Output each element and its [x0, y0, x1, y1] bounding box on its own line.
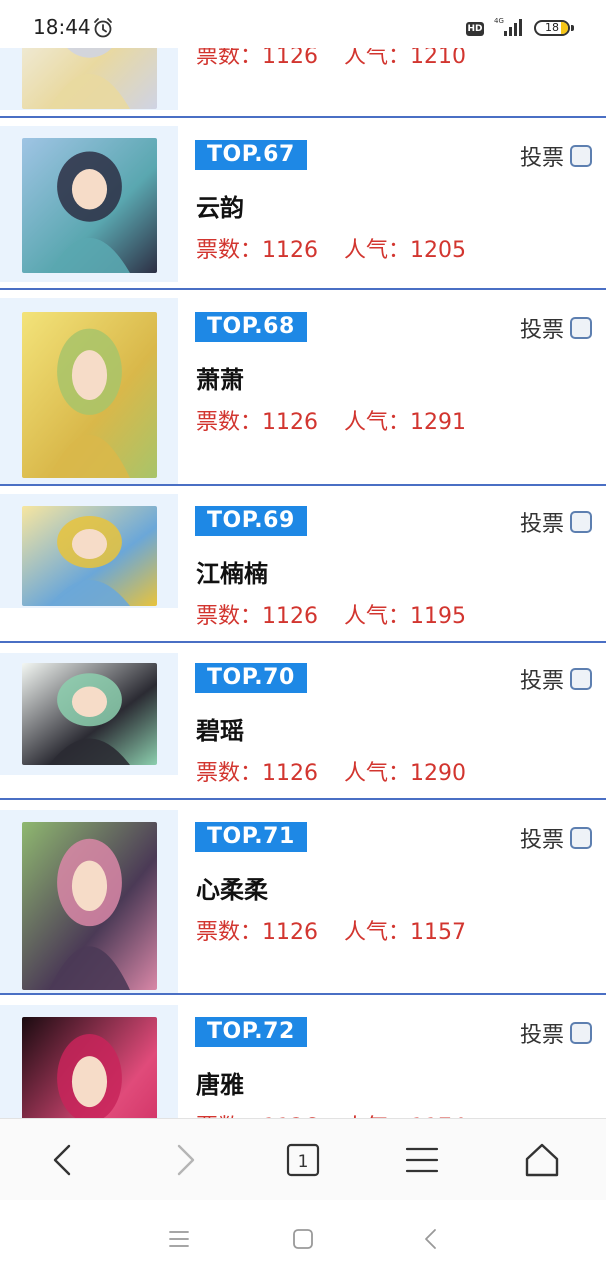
vote-control[interactable]: 投票 — [520, 663, 592, 695]
list-item: TOP.71 投票 心柔柔 票数：1126 人气：1157 — [0, 798, 606, 994]
character-image[interactable] — [22, 1017, 157, 1118]
character-name: 云韵 — [196, 194, 244, 222]
rank-badge: TOP.71 — [195, 822, 307, 852]
votes-value: 1126 — [262, 238, 319, 263]
home-button[interactable] — [522, 1140, 562, 1180]
popularity-label: 人气： — [344, 410, 411, 435]
browser-toolbar: 1 — [0, 1118, 606, 1202]
vote-control[interactable]: 投票 — [520, 506, 592, 538]
popularity-value: 1157 — [410, 920, 467, 945]
popularity-label: 人气： — [344, 238, 411, 263]
popularity-value: 1195 — [410, 604, 467, 629]
vote-label: 投票 — [519, 669, 564, 694]
signal-icon: 4G — [494, 16, 526, 42]
vote-label: 投票 — [519, 318, 564, 343]
votes-value: 1126 — [262, 604, 319, 629]
popularity-label: 人气： — [344, 761, 411, 786]
network-label: 4G — [494, 17, 504, 25]
character-image[interactable] — [22, 663, 157, 765]
list-item: TOP.70 投票 碧瑶 票数：1126 人气：1290 — [0, 641, 606, 798]
vote-label: 投票 — [519, 512, 564, 537]
list-item: TOP.67 投票 云韵 票数：1126 人气：1205 — [0, 116, 606, 288]
vote-checkbox[interactable] — [570, 145, 592, 167]
character-name: 江楠楠 — [196, 560, 268, 588]
system-navigation-bar — [0, 1200, 606, 1280]
character-image[interactable] — [22, 506, 157, 606]
votes-label: 票数： — [196, 920, 263, 945]
recent-apps-button[interactable] — [167, 1226, 191, 1252]
vote-control[interactable]: 投票 — [520, 140, 592, 172]
vote-checkbox[interactable] — [570, 668, 592, 690]
menu-button[interactable] — [402, 1140, 442, 1180]
vote-label: 投票 — [519, 828, 564, 853]
item-stats: 票数：1126 人气：1157 — [196, 914, 466, 946]
item-stats: 票数：1126 人气：1290 — [196, 755, 466, 787]
rank-badge: TOP.68 — [195, 312, 307, 342]
popularity-value: 1205 — [410, 238, 467, 263]
character-image[interactable] — [22, 312, 157, 478]
vote-control[interactable]: 投票 — [520, 312, 592, 344]
vote-label: 投票 — [519, 1023, 564, 1048]
rank-badge: TOP.70 — [195, 663, 307, 693]
character-image[interactable] — [22, 822, 157, 990]
ranking-list: 票数：1126 人气：1210 TOP.67 投票 云韵 票数：1126 人气：12… — [0, 0, 606, 1118]
forward-button[interactable] — [164, 1140, 204, 1180]
item-stats: 票数：1126 人气：1195 — [196, 598, 466, 630]
character-name: 心柔柔 — [196, 876, 268, 904]
votes-value: 1126 — [262, 410, 319, 435]
vote-checkbox[interactable] — [570, 1022, 592, 1044]
list-item: TOP.69 投票 江楠楠 票数：1126 人气：1195 — [0, 484, 606, 641]
votes-label: 票数： — [196, 761, 263, 786]
tab-count: 1 — [298, 1152, 309, 1172]
battery-level: 18 — [545, 21, 559, 34]
vote-checkbox[interactable] — [570, 317, 592, 339]
vote-checkbox[interactable] — [570, 511, 592, 533]
vote-label: 投票 — [519, 146, 564, 171]
character-image[interactable] — [22, 138, 157, 273]
alarm-icon — [92, 17, 114, 43]
item-stats: 票数：1126 人气：1291 — [196, 404, 466, 436]
rank-badge: TOP.67 — [195, 140, 307, 170]
character-name: 唐雅 — [196, 1071, 244, 1099]
hd-icon: HD — [466, 22, 484, 36]
home-nav-button[interactable] — [291, 1226, 315, 1252]
battery-icon: 18 — [534, 20, 570, 36]
list-item: TOP.68 投票 萧萧 票数：1126 人气：1291 — [0, 288, 606, 484]
status-time: 18:44 — [33, 15, 91, 39]
item-stats: 票数：1126人气：1174 — [196, 1109, 466, 1118]
tabs-button[interactable]: 1 — [283, 1140, 323, 1180]
back-nav-button[interactable] — [420, 1226, 444, 1252]
votes-label: 票数： — [196, 238, 263, 263]
character-name: 萧萧 — [196, 366, 244, 394]
rank-badge: TOP.72 — [195, 1017, 307, 1047]
votes-label: 票数： — [196, 604, 263, 629]
popularity-value: 1291 — [410, 410, 467, 435]
votes-value: 1126 — [262, 920, 319, 945]
status-bar: 18:44 HD 4G 18 — [0, 0, 606, 48]
popularity-label: 人气： — [344, 920, 411, 945]
vote-control[interactable]: 投票 — [520, 1017, 592, 1049]
back-button[interactable] — [44, 1140, 84, 1180]
vote-control[interactable]: 投票 — [520, 822, 592, 854]
rank-badge: TOP.69 — [195, 506, 307, 536]
votes-value: 1126 — [262, 761, 319, 786]
item-stats: 票数：1126 人气：1205 — [196, 232, 466, 264]
popularity-value: 1290 — [410, 761, 467, 786]
popularity-label: 人气： — [344, 604, 411, 629]
character-name: 碧瑶 — [196, 717, 244, 745]
vote-checkbox[interactable] — [570, 827, 592, 849]
votes-label: 票数： — [196, 410, 263, 435]
list-item: TOP.72 投票 唐雅 票数：1126人气：1174 — [0, 993, 606, 1118]
